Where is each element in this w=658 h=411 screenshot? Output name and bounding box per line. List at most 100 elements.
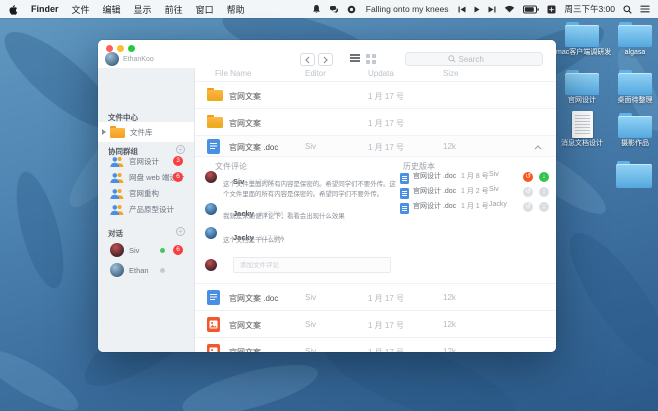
sidebar-item-label: 官网重构 (129, 188, 159, 198)
previous-track-icon[interactable] (458, 6, 466, 13)
desktop-icon-mac-research[interactable]: mac客户端调研发 (556, 22, 611, 57)
menu-item-help[interactable]: 帮助 (227, 3, 245, 16)
menu-item-edit[interactable]: 编辑 (103, 3, 121, 16)
version-date: 1 月 1 号 (461, 203, 489, 210)
sidebar-section-chats: 对话 (108, 229, 123, 238)
add-comment-field[interactable] (233, 257, 391, 273)
version-row: 官网设计 .doc 1 月 8 号 Siv ↺ ↓ (400, 171, 549, 185)
add-chat-icon[interactable] (176, 227, 185, 236)
version-editor: Siv (489, 171, 499, 178)
sidebar-group-prototype-design[interactable]: 产品原型设计 (98, 200, 194, 218)
disclosure-triangle-icon[interactable] (102, 129, 106, 135)
menu-item-file[interactable]: 文件 (72, 3, 90, 16)
restore-version-icon[interactable]: ↺ (523, 202, 533, 212)
file-detail-panel: 文件评论 Siv 3:17 PM 这个文件里面的所有内容是保密的。希望同学们不要外… (195, 156, 556, 283)
wifi-icon[interactable] (504, 5, 515, 13)
column-header-update[interactable]: Updata (368, 69, 394, 78)
apple-menu-icon[interactable] (8, 3, 18, 15)
add-comment-input[interactable] (234, 261, 390, 269)
collapse-chevron-icon[interactable] (534, 143, 542, 152)
menu-item-window[interactable]: 窗口 (196, 3, 214, 16)
desktop-icon-message-doc[interactable]: 消息文档设计 (556, 111, 608, 148)
comment-item: Jacky 3:17 PM (205, 227, 283, 242)
menu-item-view[interactable]: 显示 (134, 3, 152, 16)
desktop-icon-photography[interactable]: 摄影作品 (609, 113, 658, 148)
forward-button[interactable] (318, 53, 333, 66)
sidebar: 文件中心 文件库 协同群组 官网设计 3 网盘 web 端设计 6 官网重构 产… (98, 68, 195, 352)
group-icon (110, 204, 124, 215)
folder-icon (618, 22, 652, 47)
sidebar-item-file-library[interactable]: 文件库 (98, 122, 194, 142)
document-icon (571, 111, 593, 138)
folder-icon (207, 88, 223, 101)
file-manager-window: EthanKoo 文件中心 文件库 协同群组 官网设计 3 (98, 40, 556, 352)
doc-file-icon (400, 173, 409, 184)
file-row-doc-2[interactable]: 官网文案 .doc Siv 1 月 17 号 12k (195, 283, 556, 310)
restore-version-icon[interactable]: ↺ (523, 187, 533, 197)
play-icon[interactable] (474, 6, 480, 13)
image-file-icon (207, 317, 220, 334)
notification-center-icon[interactable] (640, 5, 650, 13)
version-editor: Jacky (489, 201, 507, 208)
desktop-icon-website-design[interactable]: 官网设计 (556, 70, 608, 105)
file-row-folder-2[interactable]: 官网文案 1 月 17 号 (195, 108, 556, 135)
file-row-image-1[interactable]: 官网文案 Siv 1 月 17 号 12k (195, 310, 556, 337)
grid-view-button[interactable] (366, 54, 376, 64)
list-view-button[interactable] (350, 54, 360, 62)
restore-version-icon[interactable]: ↺ (523, 172, 533, 182)
file-editor: Siv (305, 320, 317, 329)
table-header: File Name Editor Updata Size (195, 68, 556, 81)
column-header-size[interactable]: Size (443, 69, 459, 78)
file-size: 12k (443, 320, 456, 329)
file-row-folder-1[interactable]: 官网文案 1 月 17 号 (195, 81, 556, 108)
file-update: 1 月 17 号 (368, 143, 405, 152)
battery-icon[interactable] (523, 5, 540, 14)
file-size: 12k (443, 347, 456, 352)
version-name: 官网设计 .doc (413, 203, 457, 210)
download-version-icon[interactable]: ↓ (539, 172, 549, 182)
input-source-icon[interactable] (547, 5, 556, 14)
sidebar-chat-siv[interactable]: Siv 6 (98, 240, 194, 260)
folder-icon (565, 70, 599, 95)
doc-file-icon (400, 188, 409, 199)
download-version-icon[interactable]: ↓ (539, 187, 549, 197)
file-row-image-2[interactable]: 官网文案 Siv 1 月 17 号 12k (195, 337, 556, 352)
current-user-chip[interactable]: EthanKoo (105, 52, 154, 66)
close-window-button[interactable] (106, 44, 113, 52)
menu-clock[interactable]: 周三下午3:00 (564, 3, 615, 15)
messages-icon[interactable] (329, 5, 339, 14)
desktop-icon-algasa[interactable]: algasa (609, 22, 658, 57)
file-size: 12k (443, 142, 456, 151)
zoom-window-button[interactable] (128, 44, 135, 52)
file-update: 1 月 17 号 (368, 347, 404, 352)
desktop-icon-label: 消息文档设计 (561, 140, 603, 147)
version-editor: Siv (489, 186, 499, 193)
comment-text: 这个文档是干什么的? (223, 237, 285, 244)
minimize-window-button[interactable] (117, 44, 124, 52)
menu-item-go[interactable]: 前往 (165, 3, 183, 16)
next-track-icon[interactable] (488, 6, 496, 13)
file-update: 1 月 17 号 (368, 92, 405, 101)
sidebar-item-label: 文件库 (130, 127, 153, 137)
file-name: 官网文案 (229, 321, 261, 330)
back-button[interactable] (300, 53, 315, 66)
desktop-icon-to-organize[interactable]: 桌面待整理 (609, 70, 658, 105)
file-update: 1 月 17 号 (368, 294, 405, 303)
search-input[interactable] (458, 54, 501, 64)
comment-item: Jacky 3:17 PM (205, 203, 283, 218)
notification-bell-icon[interactable] (312, 4, 321, 14)
download-version-icon[interactable]: ↓ (539, 202, 549, 212)
search-field[interactable] (405, 52, 543, 66)
spotlight-search-icon[interactable] (623, 4, 632, 14)
menu-item-finder[interactable]: Finder (31, 4, 59, 14)
chat-name: Siv (129, 245, 140, 255)
desktop-icon-folder[interactable] (608, 161, 658, 190)
menu-bar: Finder 文件 编辑 显示 前往 窗口 帮助 Falling onto my… (0, 0, 658, 18)
column-header-name[interactable]: File Name (215, 69, 251, 78)
compass-app-icon[interactable] (347, 5, 356, 14)
sidebar-chat-ethan[interactable]: Ethan (98, 260, 194, 280)
file-row-doc-expanded[interactable]: 官网文案 .doc Siv 1 月 17 号 12k (195, 135, 556, 156)
folder-icon (207, 115, 223, 128)
column-header-editor[interactable]: Editor (305, 69, 326, 78)
user-name: EthanKoo (123, 55, 154, 63)
